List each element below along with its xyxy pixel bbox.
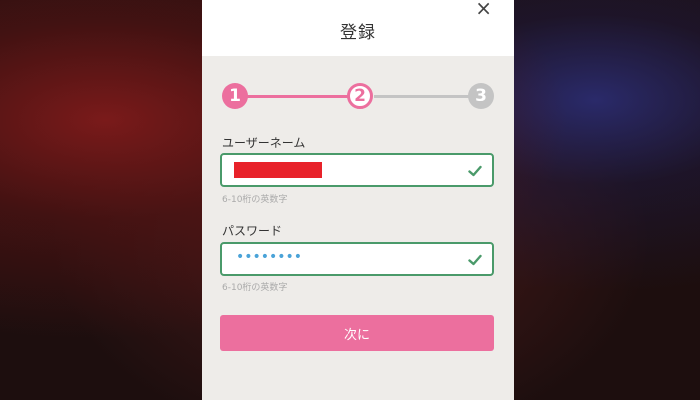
password-hint: 6-10桁の英数字 — [222, 283, 288, 293]
dialog-header: 登録 × — [202, 0, 514, 56]
step-2: 2 — [347, 83, 373, 109]
username-hint: 6-10桁の英数字 — [222, 195, 288, 205]
check-icon — [468, 165, 482, 177]
close-icon[interactable]: × — [475, 0, 492, 18]
step-connector-pending — [374, 95, 478, 98]
step-3: 3 — [468, 83, 494, 109]
redacted-value — [234, 162, 322, 178]
step-1: 1 — [222, 83, 248, 109]
password-label: パスワード — [222, 224, 283, 238]
password-value: •••••••• — [236, 249, 303, 265]
registration-dialog: 登録 × 1 2 3 ユーザーネーム 6-10桁の英数字 パスワード •••••… — [202, 0, 514, 400]
username-input[interactable] — [220, 153, 494, 187]
step-indicator: 1 2 3 — [222, 83, 494, 111]
password-input[interactable]: •••••••• — [220, 242, 494, 276]
step-connector-complete — [240, 95, 360, 98]
next-button[interactable]: 次に — [220, 315, 494, 351]
username-label: ユーザーネーム — [222, 136, 306, 150]
dialog-title: 登録 — [340, 22, 376, 43]
check-icon — [468, 254, 482, 266]
